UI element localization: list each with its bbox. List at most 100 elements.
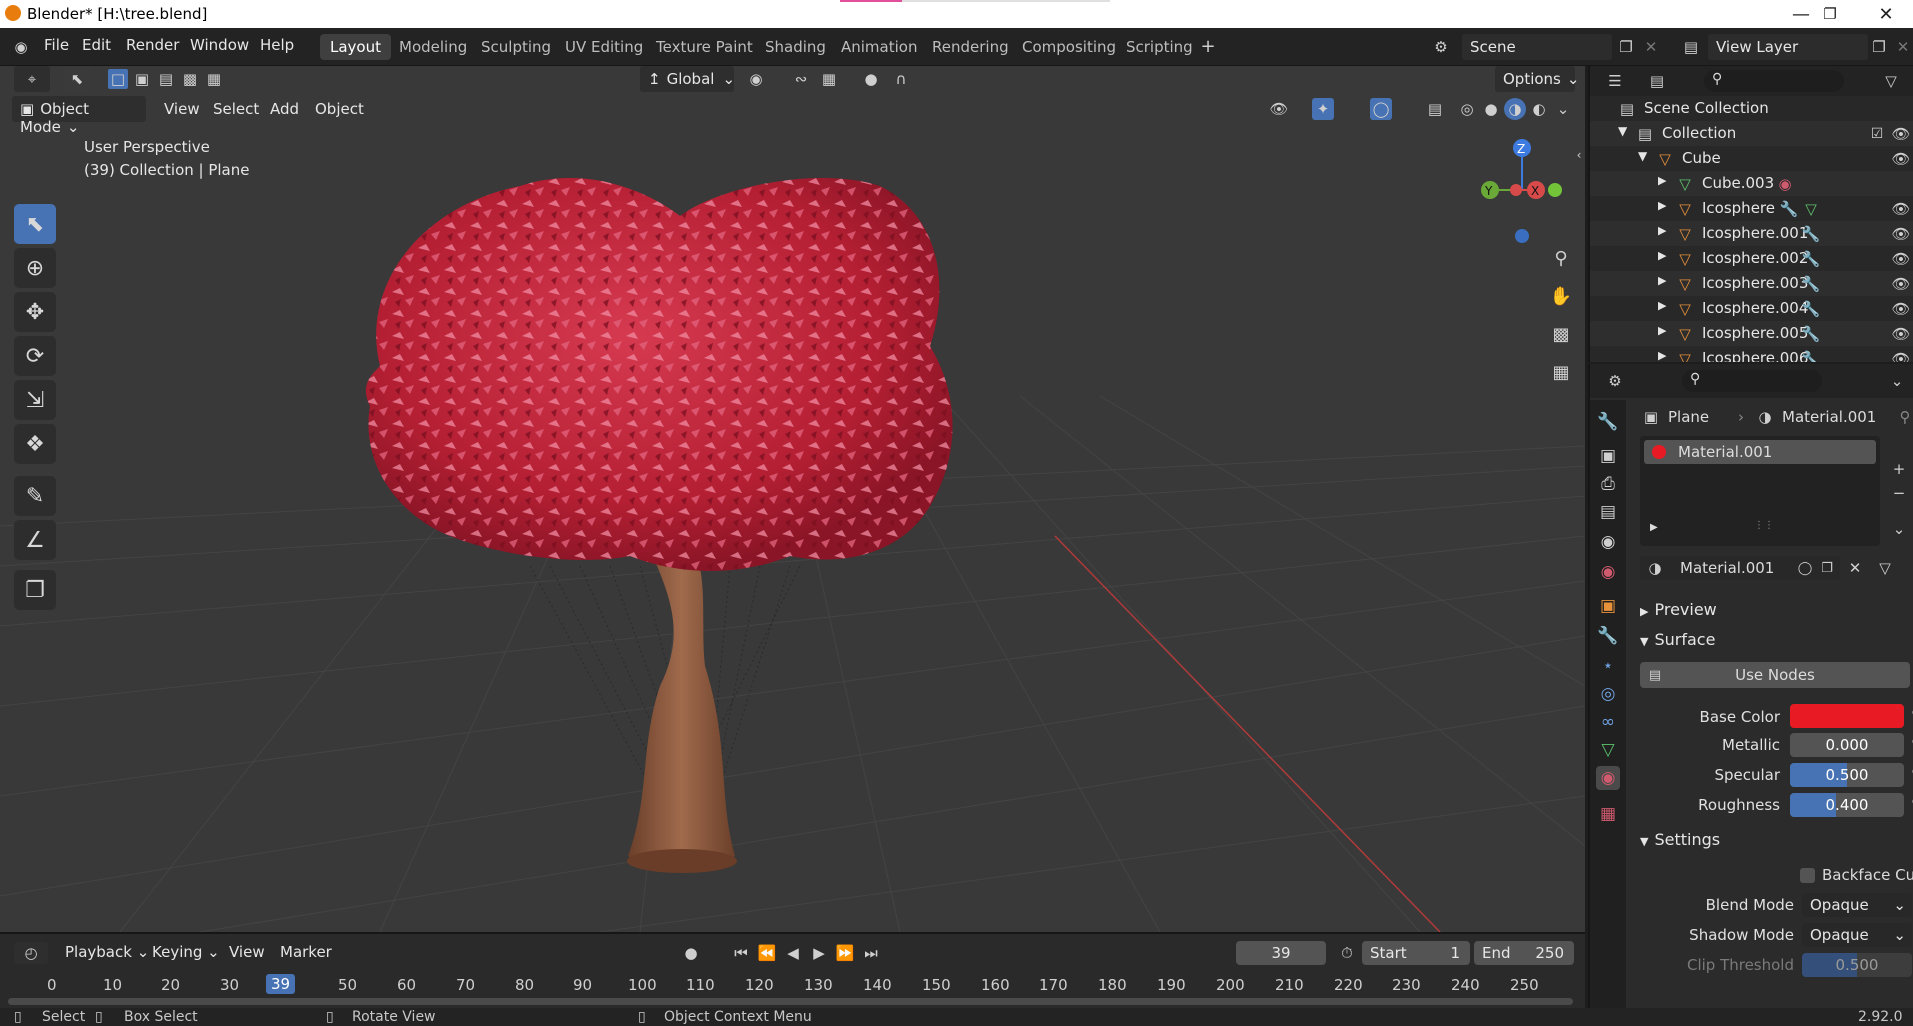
start-frame-field[interactable]: Start 1 <box>1362 941 1470 965</box>
outliner-row-collection[interactable]: ▼ ▤ Collection ☑ 👁 <box>1590 121 1913 146</box>
tab-compositing[interactable]: Compositing <box>1012 34 1126 60</box>
select-extend-icon[interactable]: ▣ <box>132 69 152 89</box>
settings-panel-header[interactable]: ▼ Settings <box>1640 830 1720 849</box>
zoom-icon[interactable]: ⚲ <box>1550 248 1572 270</box>
scale-tool-icon[interactable]: ⇲ <box>14 380 56 420</box>
shading-options-icon[interactable]: ⌄ <box>1552 98 1574 120</box>
frame-ruler[interactable]: 0 10 20 30 39 50 60 70 80 90 100 110 120… <box>0 972 1585 996</box>
specular-slider[interactable]: 0.500 <box>1790 763 1904 787</box>
tool-tab-icon[interactable]: 🔧 <box>1596 410 1620 434</box>
scene-tab-icon[interactable]: ◉ <box>1596 530 1620 554</box>
expand-arrow-icon[interactable]: ▶ <box>1658 349 1666 362</box>
falloff-icon[interactable]: ∩ <box>890 68 912 90</box>
annotate-tool-icon[interactable]: ✎ <box>14 476 56 516</box>
sidebar-toggle-icon[interactable]: ‹ <box>1574 144 1584 166</box>
current-frame-marker[interactable]: 39 <box>266 974 296 994</box>
link-type-icon[interactable]: ▽ <box>1874 557 1896 579</box>
metallic-slider[interactable]: 0.000 <box>1790 733 1904 757</box>
outliner-row-item[interactable]: ▶ ▽ Icosphere.003 🔧 👁 <box>1590 271 1913 296</box>
select-tool-icon[interactable]: ⬉ <box>64 66 90 92</box>
menu-window[interactable]: Window <box>190 36 249 54</box>
play-icon[interactable]: ▶ <box>808 942 830 964</box>
transform-tool-icon[interactable]: ❖ <box>14 424 56 464</box>
prev-keyframe-icon[interactable]: ⏪ <box>756 942 778 964</box>
menu-edit[interactable]: Edit <box>82 36 111 54</box>
menu-render[interactable]: Render <box>126 36 179 54</box>
options-dropdown[interactable]: Options ⌄ <box>1495 66 1579 92</box>
properties-editor-type-icon[interactable]: ⚙ <box>1598 370 1632 392</box>
output-tab-icon[interactable]: ⎙ <box>1596 472 1620 496</box>
tab-scripting[interactable]: Scripting <box>1116 34 1203 60</box>
delete-scene-icon[interactable]: ✕ <box>1640 36 1662 58</box>
shadow-mode-dropdown[interactable]: Opaque ⌄ <box>1802 923 1912 947</box>
snap-target-icon[interactable]: ▦ <box>818 68 840 90</box>
timeline-menu-playback[interactable]: Playback ⌄ <box>65 943 149 961</box>
base-color-swatch[interactable] <box>1790 704 1904 728</box>
resize-grip-icon[interactable]: ⋮⋮ <box>1754 520 1774 531</box>
outliner-row-item[interactable]: ▶ ▽ Cube.003 ◉ <box>1590 171 1913 196</box>
eye-icon[interactable]: 👁 <box>1890 248 1912 270</box>
eye-icon[interactable]: 👁 <box>1890 348 1912 362</box>
tab-texture-paint[interactable]: Texture Paint <box>646 34 763 60</box>
axis-gizmo[interactable]: Z Y X <box>1470 136 1570 256</box>
new-view-layer-icon[interactable]: ❐ <box>1868 36 1890 58</box>
pin-icon[interactable]: ⚲ <box>1894 406 1913 428</box>
add-cube-tool-icon[interactable]: ❐ <box>14 570 56 610</box>
stopwatch-icon[interactable]: ⏱ <box>1336 942 1358 964</box>
move-tool-icon[interactable]: ✥ <box>14 292 56 332</box>
chevron-down-icon[interactable]: ⌄ <box>1886 370 1908 392</box>
outliner-row-item[interactable]: ▶ ▽ Icosphere.006 🔧 👁 <box>1590 346 1913 362</box>
menu-file[interactable]: File <box>44 36 69 54</box>
particles-tab-icon[interactable]: ⋆ <box>1596 654 1620 678</box>
timeline-editor-type-icon[interactable]: ◴ <box>14 942 48 964</box>
render-tab-icon[interactable]: ▣ <box>1596 444 1620 468</box>
expand-arrow-icon[interactable]: ▶ <box>1658 249 1666 262</box>
data-tab-icon[interactable]: ▽ <box>1596 738 1620 762</box>
next-keyframe-icon[interactable]: ⏩ <box>834 942 856 964</box>
add-workspace-icon[interactable]: + <box>1197 36 1219 58</box>
close-button[interactable]: ✕ <box>1857 0 1913 28</box>
jump-end-icon[interactable]: ⏭ <box>860 942 882 964</box>
cursor-tool-icon[interactable]: ⊕ <box>14 248 56 288</box>
measure-tool-icon[interactable]: ∠ <box>14 520 56 560</box>
eye-icon[interactable]: 👁 <box>1890 148 1912 170</box>
eye-icon[interactable]: 👁 <box>1890 323 1912 345</box>
current-frame-field[interactable]: 39 <box>1236 941 1326 965</box>
rendered-shading-icon[interactable]: ◐ <box>1528 98 1550 120</box>
eye-icon[interactable]: 👁 <box>1890 198 1912 220</box>
material-slot-list[interactable]: Material.001 ▶ ⋮⋮ <box>1640 436 1880 546</box>
outliner-row-item[interactable]: ▶ ▽ Icosphere.005 🔧 👁 <box>1590 321 1913 346</box>
record-icon[interactable]: ● <box>680 942 702 964</box>
ortho-toggle-icon[interactable]: ▦ <box>1550 362 1572 384</box>
overlays-toggle-icon[interactable]: ◯ <box>1370 98 1392 120</box>
preview-panel-header[interactable]: ▶ Preview <box>1640 600 1717 619</box>
material-shading-icon[interactable]: ◑ <box>1504 98 1526 120</box>
select-new-icon[interactable]: □ <box>108 69 128 89</box>
timeline-menu-keying[interactable]: Keying ⌄ <box>152 943 220 961</box>
browse-material-icon[interactable]: ◑ <box>1644 557 1666 579</box>
view-layer-icon[interactable]: ▤ <box>1680 36 1702 58</box>
outliner-row-item[interactable]: ▶ ▽ Icosphere.001 🔧 👁 <box>1590 221 1913 246</box>
maximize-button[interactable]: ❐ <box>1801 0 1859 28</box>
select-box-tool-icon[interactable]: ⬉ <box>14 204 56 244</box>
viewport-menu-view[interactable]: View <box>164 100 200 118</box>
delete-view-layer-icon[interactable]: ✕ <box>1892 36 1913 58</box>
viewport-menu-add[interactable]: Add <box>270 100 299 118</box>
visibility-icon[interactable]: 👁 <box>1268 98 1290 120</box>
datablock-name[interactable]: Material.001 <box>1680 559 1774 577</box>
outliner-row-item[interactable]: ▶ ▽ Icosphere 🔧 ▽ 👁 <box>1590 196 1913 221</box>
tab-rendering[interactable]: Rendering <box>922 34 1019 60</box>
rotate-tool-icon[interactable]: ⟳ <box>14 336 56 376</box>
timeline-menu-marker[interactable]: Marker <box>280 943 332 961</box>
object-tab-icon[interactable]: ▣ <box>1596 594 1620 618</box>
snap-icon[interactable]: ∾ <box>790 68 812 90</box>
timeline-menu-view[interactable]: View <box>229 943 265 961</box>
eye-icon[interactable]: 👁 <box>1890 223 1912 245</box>
eye-icon[interactable]: 👁 <box>1890 298 1912 320</box>
outliner-row-item[interactable]: ▶ ▽ Icosphere.002 🔧 👁 <box>1590 246 1913 271</box>
outliner-row-item[interactable]: ▶ ▽ Icosphere.004 🔧 👁 <box>1590 296 1913 321</box>
surface-panel-header[interactable]: ▼ Surface <box>1640 630 1715 649</box>
jump-start-icon[interactable]: ⏮ <box>730 942 752 964</box>
material-slot[interactable]: Material.001 <box>1644 440 1876 464</box>
transform-orientation-dropdown[interactable]: ↥ Global ⌄ <box>640 66 735 92</box>
